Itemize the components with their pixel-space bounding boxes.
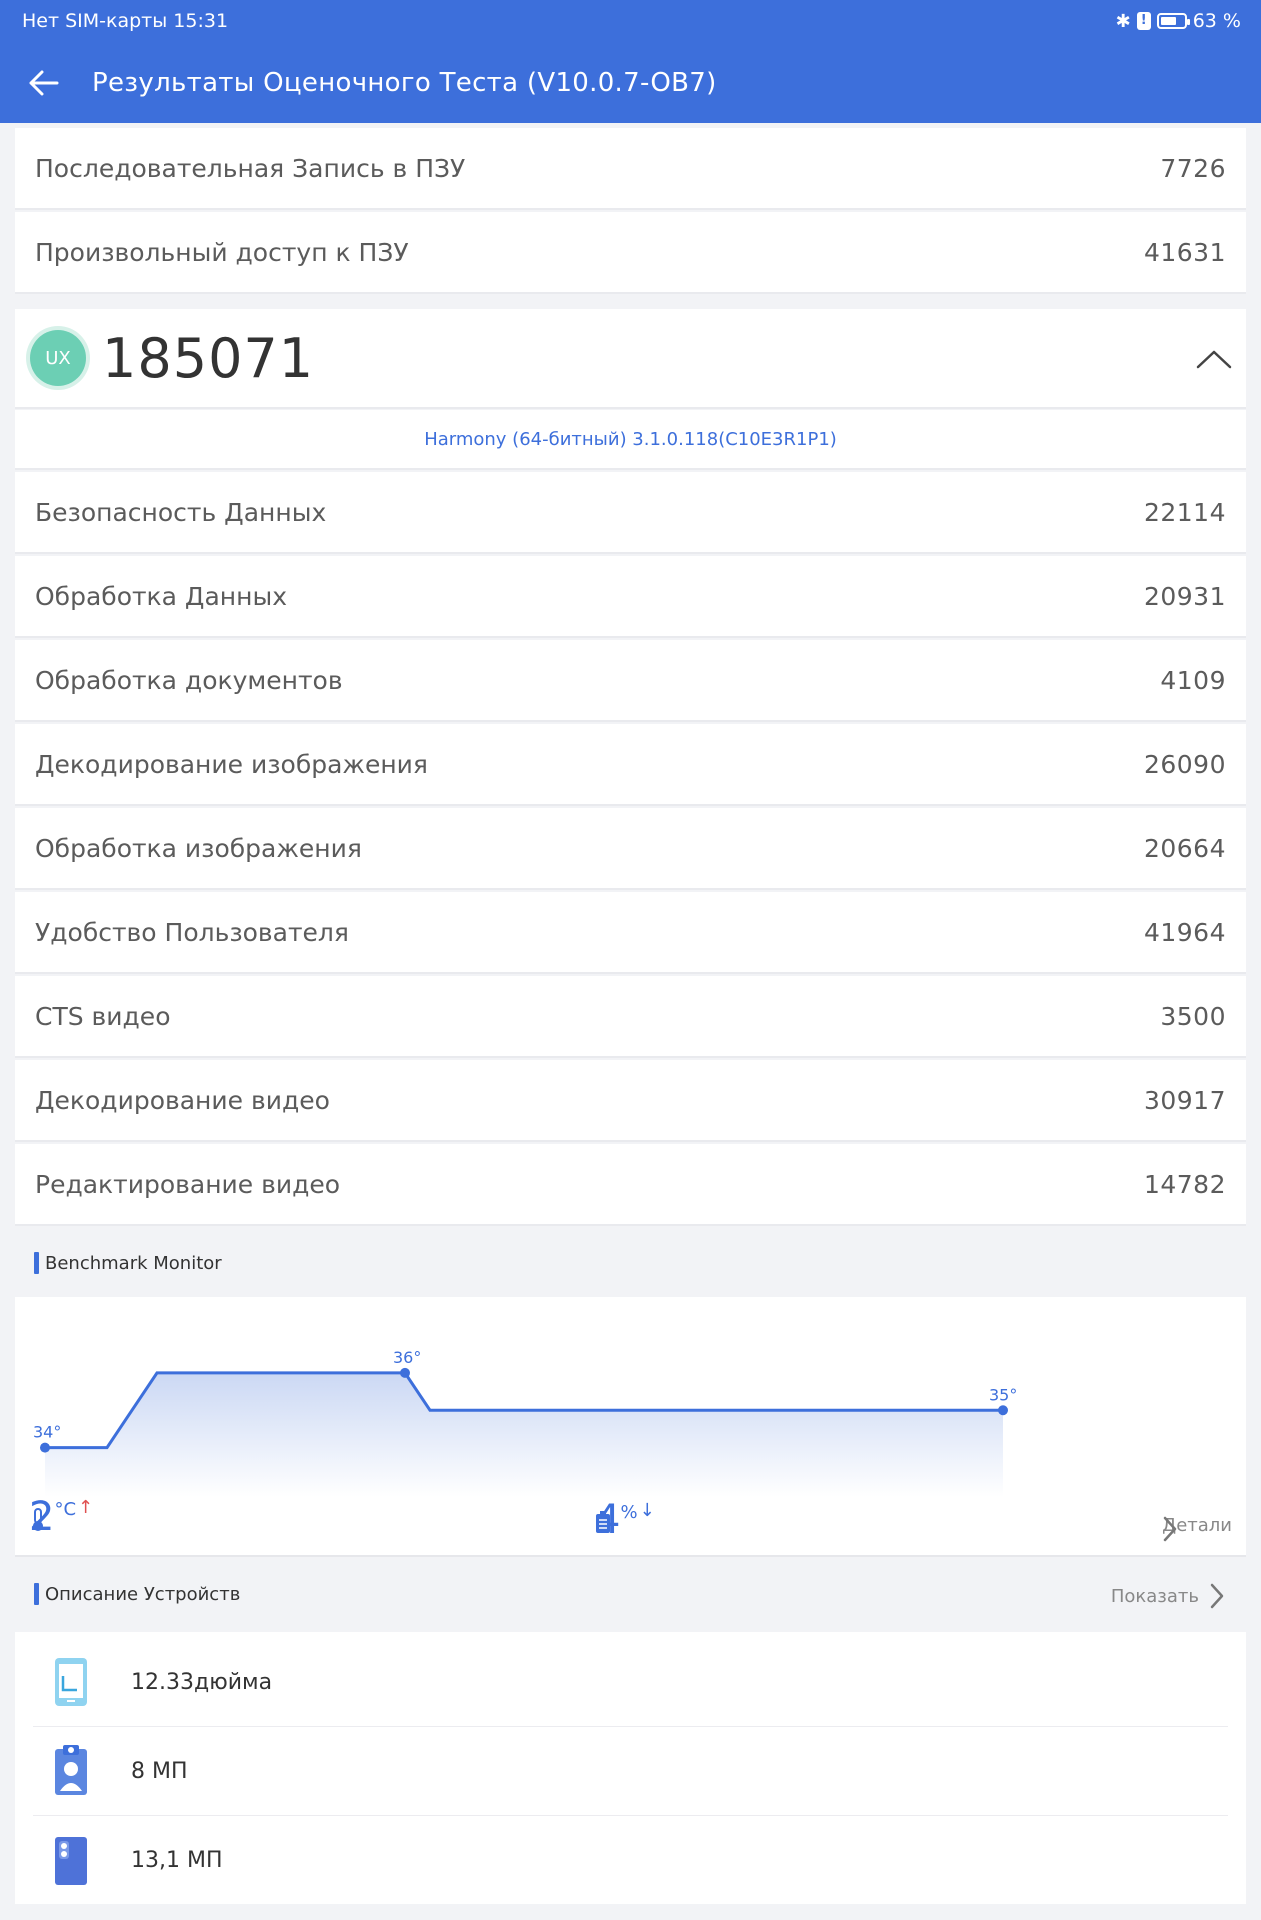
show-label: Показать xyxy=(1110,1585,1199,1607)
arrow-down-icon: ↓ xyxy=(639,1500,655,1521)
score-row-rom-seq-write: Последовательная Запись в ПЗУ 7726 xyxy=(15,128,1246,210)
ux-total-score: 185071 xyxy=(102,326,315,390)
device-list: 12.33дюйма 8 МП 13,1 МП xyxy=(15,1632,1246,1904)
rear-camera-icon xyxy=(55,1836,87,1885)
device-item-front-camera: 8 МП xyxy=(33,1727,1228,1816)
chevron-right-icon xyxy=(1163,1516,1177,1542)
device-item-rear-camera: 13,1 МП xyxy=(33,1816,1228,1905)
score-row-user-experience: Удобство Пользователя 41964 xyxy=(15,892,1246,974)
os-version: Harmony (64-битный) 3.1.0.118(C10E3R1P1) xyxy=(15,410,1246,470)
row-label: Безопасность Данных xyxy=(35,497,327,527)
row-value: 30917 xyxy=(1143,1085,1226,1115)
chart-point-label: 36° xyxy=(393,1348,421,1367)
row-value: 20664 xyxy=(1143,833,1226,863)
row-label: Обработка изображения xyxy=(35,833,362,863)
device-item-text: 13,1 МП xyxy=(131,1848,223,1873)
row-value: 4109 xyxy=(1160,665,1226,695)
alert-icon: ! xyxy=(1136,12,1151,30)
battery-change: 4 % ↓ xyxy=(595,1500,655,1540)
details-link[interactable]: Детали xyxy=(1162,1515,1232,1542)
chart-point xyxy=(40,1442,50,1453)
ux-score-header[interactable]: UX 185071 xyxy=(15,309,1246,409)
score-row-rom-random-access: Произвольный доступ к ПЗУ 41631 xyxy=(15,212,1246,294)
row-value: 41631 xyxy=(1143,237,1226,267)
row-value: 14782 xyxy=(1143,1169,1226,1199)
chevron-right-icon xyxy=(1210,1583,1224,1609)
row-label: Произвольный доступ к ПЗУ xyxy=(35,237,409,267)
row-value: 7726 xyxy=(1160,153,1226,183)
chart-point xyxy=(400,1367,410,1378)
row-label: Декодирование видео xyxy=(35,1085,330,1115)
temperature-change: 2 °C ↑ xyxy=(29,1497,93,1537)
device-item-screen: 12.33дюйма xyxy=(33,1638,1228,1727)
back-button[interactable] xyxy=(22,61,66,105)
row-label: Редактирование видео xyxy=(35,1169,341,1199)
row-label: Обработка документов xyxy=(35,665,343,695)
row-label: Декодирование изображения xyxy=(35,749,428,779)
bluetooth-icon: ✱ xyxy=(1115,10,1131,32)
row-label: Удобство Пользователя xyxy=(35,917,349,947)
battery-icon xyxy=(1156,13,1190,29)
chart-point-label: 34° xyxy=(33,1423,61,1442)
row-value: 26090 xyxy=(1143,749,1226,779)
show-devices-link[interactable]: Показать xyxy=(1111,1582,1225,1610)
row-label: Последовательная Запись в ПЗУ xyxy=(35,153,466,183)
benchmark-monitor-title: Benchmark Monitor xyxy=(34,1252,222,1274)
tablet-screen-icon xyxy=(55,1658,87,1706)
benchmark-monitor-card[interactable]: 34° 36° 35° 2 °C ↑ 4 % ↓ Детали xyxy=(15,1297,1246,1557)
score-row-document-processing: Обработка документов 4109 xyxy=(15,640,1246,722)
score-row-image-processing: Обработка изображения 20664 xyxy=(15,808,1246,890)
arrow-up-icon: ↑ xyxy=(78,1497,94,1518)
score-row-video-editing: Редактирование видео 14782 xyxy=(15,1144,1246,1226)
front-camera-icon xyxy=(55,1745,87,1795)
status-icons: ✱ ! 63 % xyxy=(1116,10,1241,32)
device-description-title: Описание Устройств xyxy=(34,1583,240,1605)
temperature-unit: °C xyxy=(54,1499,77,1520)
device-item-text: 8 МП xyxy=(131,1758,188,1784)
temperature-chart: 34° 36° 35° xyxy=(33,1348,1017,1497)
back-arrow-icon xyxy=(29,70,59,96)
ux-badge: UX xyxy=(30,330,86,386)
row-value: 3500 xyxy=(1160,1001,1226,1031)
status-carrier-time: Нет SIM-карты 15:31 xyxy=(22,10,229,32)
battery-percent: 63 % xyxy=(1192,10,1241,32)
row-value: 22114 xyxy=(1143,497,1226,527)
score-row-data-processing: Обработка Данных 20931 xyxy=(15,556,1246,638)
thermometer-icon xyxy=(33,1508,43,1531)
page-title: Результаты Оценочного Теста (V10.0.7-OB7… xyxy=(92,68,717,98)
chart-point xyxy=(998,1405,1008,1416)
row-value: 41964 xyxy=(1143,917,1226,947)
app-bar: Нет SIM-карты 15:31 ✱ ! 63 % Результаты … xyxy=(0,0,1261,123)
device-item-text: 12.33дюйма xyxy=(131,1669,273,1695)
score-row-video-decoding: Декодирование видео 30917 xyxy=(15,1060,1246,1142)
battery-level-icon xyxy=(596,1511,610,1533)
row-label: Обработка Данных xyxy=(35,581,288,611)
row-label: CTS видео xyxy=(35,1001,171,1031)
chart-area-fill xyxy=(45,1372,1003,1497)
battery-unit: % xyxy=(620,1502,638,1523)
section-title-text: Описание Устройств xyxy=(45,1583,241,1605)
status-bar: Нет SIM-карты 15:31 ✱ ! 63 % xyxy=(22,6,1241,36)
chevron-up-icon[interactable] xyxy=(1194,345,1234,373)
row-value: 20931 xyxy=(1143,581,1226,611)
section-title-text: Benchmark Monitor xyxy=(45,1252,222,1274)
score-row-image-decoding: Декодирование изображения 26090 xyxy=(15,724,1246,806)
score-row-cts-video: CTS видео 3500 xyxy=(15,976,1246,1058)
score-row-data-security: Безопасность Данных 22114 xyxy=(15,472,1246,554)
chart-point-label: 35° xyxy=(989,1385,1017,1404)
